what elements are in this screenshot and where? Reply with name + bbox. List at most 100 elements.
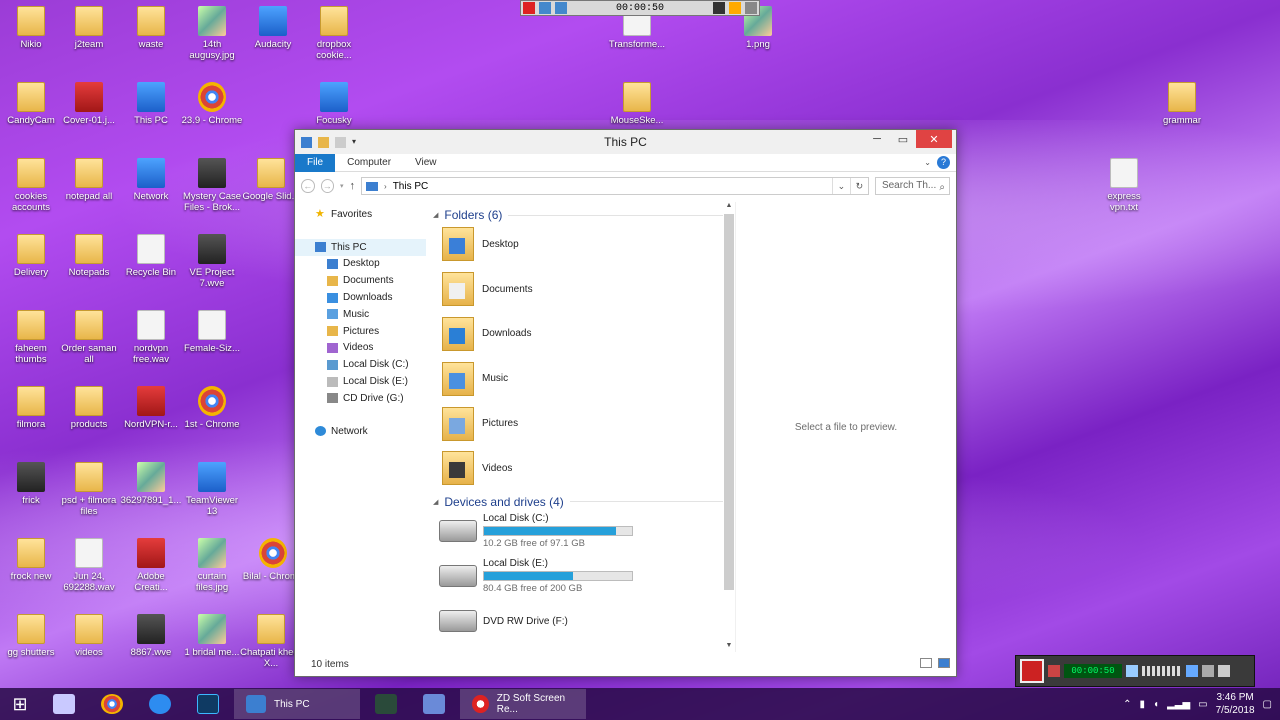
lock-icon[interactable]	[729, 2, 741, 14]
nav-item[interactable]: Pictures	[295, 323, 426, 340]
desktop-icon[interactable]: dropbox cookie...	[303, 6, 365, 61]
desktop-icon[interactable]: VE Project 7.wve	[181, 234, 243, 289]
search-input[interactable]: Search Th... ⌕	[874, 177, 950, 195]
desktop-icon[interactable]: grammar	[1151, 82, 1213, 126]
nav-favorites[interactable]: ★ Favorites	[295, 206, 426, 223]
desktop-icon[interactable]: Google Slid...	[240, 158, 302, 202]
desktop-icon[interactable]: express vpn.txt	[1093, 158, 1155, 213]
help-icon[interactable]: ?	[937, 156, 950, 169]
desktop-icon[interactable]: gg shutters	[0, 614, 62, 658]
start-button[interactable]: ⊞	[0, 688, 40, 720]
taskbar-chrome[interactable]	[88, 688, 136, 720]
nav-item[interactable]: CD Drive (G:)	[295, 390, 426, 407]
taskbar-photoshop[interactable]	[184, 688, 232, 720]
settings-icon[interactable]	[1202, 665, 1214, 677]
desktop-icon[interactable]: videos	[58, 614, 120, 658]
nav-item[interactable]: Documents	[295, 272, 426, 289]
nav-this-pc[interactable]: This PC	[295, 238, 426, 256]
close-button[interactable]: ✕	[916, 130, 952, 148]
taskbar-video-editor[interactable]	[362, 688, 410, 720]
speaker-icon[interactable]	[1126, 665, 1138, 677]
desktop-icon[interactable]: 14th augusy.jpg	[181, 6, 243, 61]
desktop-icon[interactable]: Female-Siz...	[181, 310, 243, 354]
battery-icon[interactable]: ▮	[1140, 699, 1146, 710]
desktop-icon[interactable]: notepad all	[58, 158, 120, 202]
desktop-icon[interactable]: NordVPN-r...	[120, 386, 182, 430]
folder-item-music[interactable]: Music	[427, 356, 723, 401]
close-icon[interactable]	[745, 2, 757, 14]
tab-file[interactable]: File	[295, 153, 336, 172]
record-stop-icon[interactable]	[523, 2, 535, 14]
desktop-icon[interactable]: curtain files.jpg	[181, 538, 243, 593]
alarm-icon[interactable]	[1048, 665, 1060, 677]
desktop-icon[interactable]: Adobe Creati...	[120, 538, 182, 593]
keyboard-icon[interactable]: ▭	[1198, 699, 1207, 710]
desktop-icon[interactable]: Order saman all	[58, 310, 120, 365]
address-dropdown-icon[interactable]: ⌄	[831, 178, 850, 194]
desktop-icon[interactable]: Chatpati kheer X...	[240, 614, 302, 669]
desktop-icon[interactable]: Notepads	[58, 234, 120, 278]
camera-icon[interactable]	[555, 2, 567, 14]
desktop-icon[interactable]: j2team	[58, 6, 120, 50]
desktop-icon[interactable]: Delivery	[0, 234, 62, 278]
refresh-icon[interactable]: ↻	[849, 178, 868, 194]
maximize-button[interactable]: ▭	[890, 130, 916, 148]
taskbar-task-this-pc[interactable]: This PC	[234, 689, 360, 719]
properties-icon[interactable]	[318, 136, 329, 148]
taskbar-network[interactable]	[410, 688, 458, 720]
large-icons-view-icon[interactable]	[938, 658, 950, 668]
nav-network[interactable]: Network	[295, 423, 426, 440]
desktop-icon[interactable]: 36297891_1...	[120, 462, 182, 506]
drives-group-header[interactable]: ◢ Devices and drives (4)	[427, 495, 723, 509]
folder-item-downloads[interactable]: Downloads	[427, 312, 723, 357]
drive-item[interactable]: Local Disk (C:) 10.2 GB free of 97.1 GB	[427, 509, 723, 554]
desktop-icon[interactable]: MouseSke...	[606, 82, 668, 126]
desktop-icon[interactable]: Cover-01.j...	[58, 82, 120, 126]
up-button[interactable]: ↑	[350, 180, 356, 192]
desktop-icon[interactable]: 1st - Chrome	[181, 386, 243, 430]
new-folder-icon[interactable]	[335, 136, 346, 148]
desktop-icon[interactable]: Jun 24, 692288.wav	[58, 538, 120, 593]
nav-item[interactable]: Videos	[295, 340, 426, 357]
desktop-icon[interactable]: Audacity	[242, 6, 304, 50]
scroll-up-icon[interactable]: ▲	[723, 202, 735, 212]
folder-item-documents[interactable]: Documents	[427, 267, 723, 312]
collapse-icon[interactable]: ◢	[433, 211, 438, 219]
taskbar-task-recorder[interactable]: ZD Soft Screen Re...	[460, 689, 586, 719]
drive-item[interactable]: Local Disk (E:) 80.4 GB free of 200 GB	[427, 554, 723, 599]
desktop-icon[interactable]: CandyCam	[0, 82, 62, 126]
scroll-thumb[interactable]	[724, 214, 734, 590]
desktop-icon[interactable]: Nikio	[0, 6, 62, 50]
clock[interactable]: 3:46 PM 7/5/2018	[1216, 691, 1255, 717]
show-hidden-icon[interactable]: ⌃	[1123, 699, 1131, 710]
desktop-icon[interactable]: 23.9 - Chrome	[181, 82, 243, 126]
folders-group-header[interactable]: ◢ Folders (6)	[427, 208, 723, 222]
taskbar-app[interactable]	[40, 688, 88, 720]
pause-icon[interactable]	[539, 2, 551, 14]
desktop-icon[interactable]: This PC	[120, 82, 182, 126]
dropdown-icon[interactable]	[713, 2, 725, 14]
address-bar[interactable]: › This PC ⌄ ↻	[361, 177, 869, 195]
folder-item-desktop[interactable]: Desktop	[427, 222, 723, 267]
nav-item[interactable]: Music	[295, 306, 426, 323]
tab-computer[interactable]: Computer	[335, 154, 403, 172]
scroll-down-icon[interactable]: ▼	[723, 642, 735, 652]
folder-item-pictures[interactable]: Pictures	[427, 401, 723, 446]
collapse-icon[interactable]: ◢	[433, 498, 438, 506]
notifications-icon[interactable]: ▢	[1263, 699, 1272, 710]
breadcrumb-this-pc[interactable]: This PC	[393, 181, 429, 192]
nav-item[interactable]: Local Disk (C:)	[295, 356, 426, 373]
nav-item[interactable]: Desktop	[295, 256, 426, 273]
title-bar[interactable]: ▾ This PC ─ ▭ ✕	[295, 130, 956, 154]
desktop-icon[interactable]: TeamViewer 13	[181, 462, 243, 517]
minimize-button[interactable]: ─	[864, 130, 890, 148]
nav-item[interactable]: Downloads	[295, 289, 426, 306]
customize-qat-icon[interactable]: ▾	[352, 137, 356, 148]
close-icon[interactable]	[1218, 665, 1230, 677]
desktop-icon[interactable]: Focusky	[303, 82, 365, 126]
desktop-icon[interactable]: Network	[120, 158, 182, 202]
desktop-icon[interactable]: Recycle Bin	[120, 234, 182, 278]
breadcrumb-separator-icon[interactable]: ›	[384, 182, 387, 191]
taskbar-cloud[interactable]	[136, 688, 184, 720]
desktop-icon[interactable]: nordvpn free.wav	[120, 310, 182, 365]
